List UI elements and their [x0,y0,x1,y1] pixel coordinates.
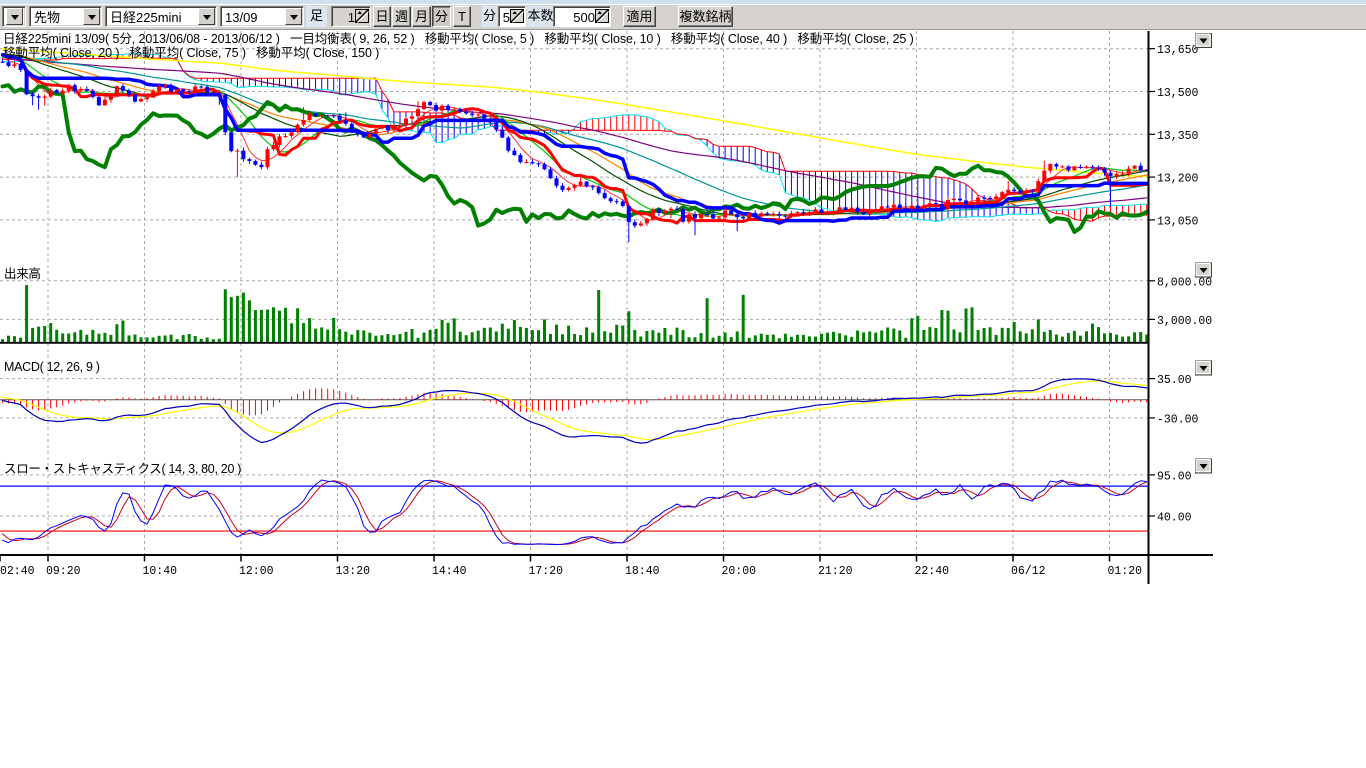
svg-text:10:40: 10:40 [143,565,178,578]
svg-text:13,200: 13,200 [1157,173,1199,186]
svg-text:13,350: 13,350 [1157,130,1199,143]
svg-text:8,000.00: 8,000.00 [1157,276,1212,289]
svg-text:-30.00: -30.00 [1157,413,1199,426]
svg-text:35.00: 35.00 [1157,374,1192,387]
svg-text:20:00: 20:00 [722,565,757,578]
svg-text:3,000.00: 3,000.00 [1157,315,1212,328]
svg-text:17:20: 17:20 [529,565,564,578]
svg-text:02:40: 02:40 [0,565,35,578]
svg-text:13,500: 13,500 [1157,87,1199,100]
svg-text:06/12: 06/12 [1011,565,1046,578]
svg-text:22:40: 22:40 [915,565,950,578]
svg-text:09:20: 09:20 [46,565,81,578]
svg-text:13,050: 13,050 [1157,215,1199,228]
svg-text:18:40: 18:40 [625,565,660,578]
svg-text:14:40: 14:40 [432,565,467,578]
svg-text:01:20: 01:20 [1108,565,1143,578]
svg-text:12:00: 12:00 [239,565,274,578]
svg-text:21:20: 21:20 [818,565,853,578]
svg-text:13,650: 13,650 [1157,44,1199,57]
svg-text:40.00: 40.00 [1157,512,1192,525]
svg-text:95.00: 95.00 [1157,470,1192,483]
svg-text:13:20: 13:20 [336,565,371,578]
